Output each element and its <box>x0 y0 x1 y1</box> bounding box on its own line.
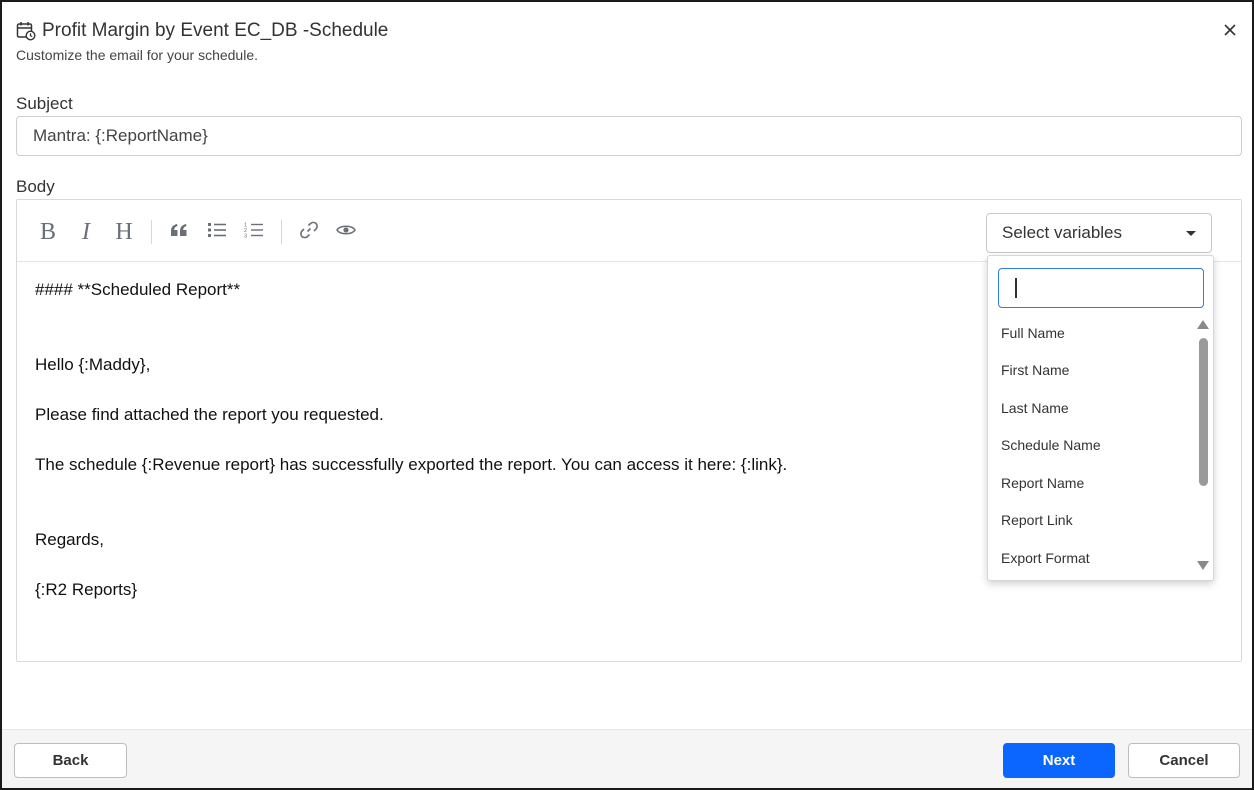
body-line: {:R2 Reports} <box>35 580 138 599</box>
variable-option-first-name[interactable]: First Name <box>1001 362 1069 378</box>
svg-text:3: 3 <box>244 233 247 239</box>
italic-icon: I <box>82 219 90 245</box>
variable-option-full-name[interactable]: Full Name <box>1001 325 1065 341</box>
back-button[interactable]: Back <box>14 743 127 778</box>
variable-option-last-name[interactable]: Last Name <box>1001 400 1069 416</box>
dialog-subtitle: Customize the email for your schedule. <box>16 47 258 63</box>
editor-toolbar: B I H 1 2 3 Select variables <box>17 200 1241 262</box>
body-line: Hello {:Maddy}, <box>35 355 151 374</box>
link-button[interactable] <box>296 219 322 245</box>
subject-label: Subject <box>16 94 73 113</box>
caret-down-icon <box>1186 231 1196 236</box>
toolbar-divider <box>151 220 152 244</box>
variables-search-input[interactable] <box>998 268 1204 308</box>
link-icon <box>299 220 319 245</box>
calendar-clock-icon <box>16 21 36 41</box>
quote-icon <box>169 222 189 243</box>
close-icon <box>1223 23 1237 42</box>
title-row: Profit Margin by Event EC_DB -Schedule <box>16 20 1238 42</box>
preview-button[interactable] <box>333 219 359 245</box>
quote-button[interactable] <box>166 219 192 245</box>
italic-button[interactable]: I <box>73 219 99 245</box>
numbered-list-button[interactable]: 1 2 3 <box>241 219 267 245</box>
variable-option-report-name[interactable]: Report Name <box>1001 475 1084 491</box>
numbered-list-icon: 1 2 3 <box>244 221 264 244</box>
variables-dropdown-menu: Full Name First Name Last Name Schedule … <box>987 255 1214 581</box>
body-line: #### **Scheduled Report** <box>35 280 241 299</box>
scrollbar-thumb[interactable] <box>1199 338 1208 486</box>
body-line: Regards, <box>35 530 104 549</box>
cancel-button[interactable]: Cancel <box>1128 743 1240 778</box>
body-line: The schedule {:Revenue report} has succe… <box>35 455 788 474</box>
subject-input[interactable] <box>16 116 1242 156</box>
toolbar-divider <box>281 220 282 244</box>
variable-option-export-format[interactable]: Export Format <box>1001 550 1090 566</box>
bold-icon: B <box>39 219 56 245</box>
preview-eye-icon <box>336 223 356 242</box>
select-variables-label: Select variables <box>1002 223 1123 242</box>
schedule-email-dialog: Profit Margin by Event EC_DB -Schedule C… <box>0 0 1254 790</box>
body-line: Please find attached the report you requ… <box>35 405 384 424</box>
body-label: Body <box>16 177 55 196</box>
bulleted-list-icon <box>207 221 227 244</box>
bulleted-list-button[interactable] <box>204 219 230 245</box>
text-cursor <box>1015 278 1017 298</box>
next-button[interactable]: Next <box>1003 743 1115 778</box>
scroll-down-arrow-icon[interactable] <box>1197 561 1209 570</box>
dialog-header: Profit Margin by Event EC_DB -Schedule C… <box>16 20 1238 63</box>
close-button[interactable] <box>1218 20 1242 44</box>
dialog-title: Profit Margin by Event EC_DB -Schedule <box>42 20 389 41</box>
select-variables-dropdown[interactable]: Select variables <box>986 213 1212 253</box>
heading-icon: H <box>115 219 133 245</box>
bold-button[interactable]: B <box>35 219 61 245</box>
dialog-footer: Back Next Cancel <box>2 729 1252 788</box>
variable-option-report-link[interactable]: Report Link <box>1001 512 1073 528</box>
scroll-up-arrow-icon[interactable] <box>1197 320 1209 329</box>
heading-button[interactable]: H <box>111 219 137 245</box>
variable-option-schedule-name[interactable]: Schedule Name <box>1001 437 1101 453</box>
